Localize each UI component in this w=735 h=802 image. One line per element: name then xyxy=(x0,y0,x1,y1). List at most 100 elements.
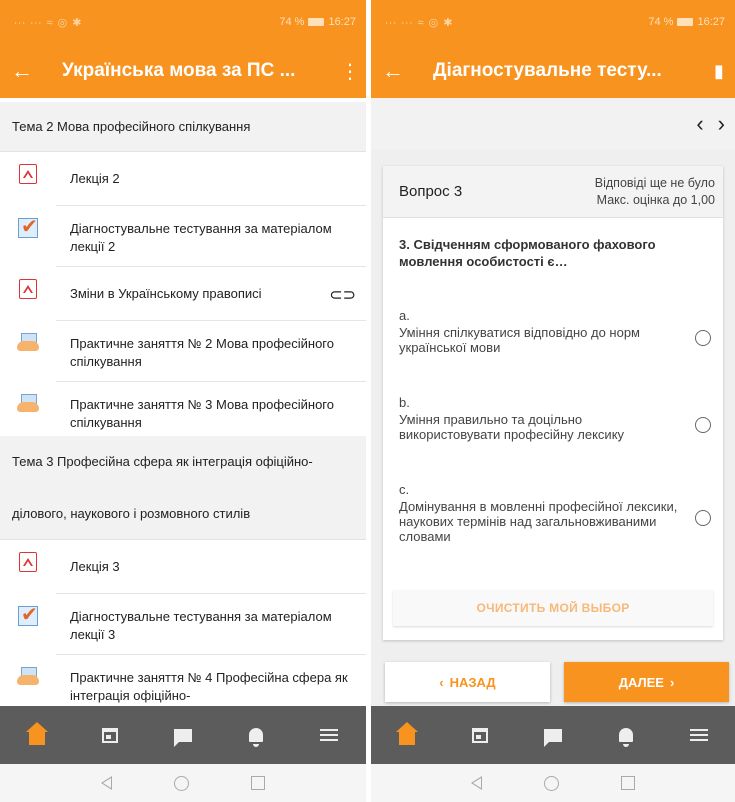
quiz-check-icon xyxy=(18,602,38,627)
bottom-navigation xyxy=(371,706,735,764)
clock: 16:27 xyxy=(697,16,725,28)
battery-icon xyxy=(677,18,694,26)
back-arrow-icon[interactable]: ← xyxy=(371,44,415,98)
system-back-icon[interactable] xyxy=(101,776,112,790)
back-arrow-icon[interactable]: ← xyxy=(0,44,44,98)
course-screen: ∙∙∙ ∙∙∙ ≈ ◎ ✱ 74 % 16:27 ← Українська мо… xyxy=(0,0,369,802)
signal-icons: ∙∙∙ ∙∙∙ ≈ ◎ ✱ xyxy=(385,16,454,29)
max-grade: Макс. оцінка до 1,00 xyxy=(596,192,715,207)
question-header: Вопрос 3 Відповіді ще не було Макс. оцін… xyxy=(383,166,723,218)
battery-icon xyxy=(308,18,325,26)
quiz-screen: ∙∙∙ ∙∙∙ ≈ ◎ ✱ 74 % 16:27 ← Діагностуваль… xyxy=(371,0,735,802)
system-recents-icon[interactable] xyxy=(621,776,635,790)
nav-menu[interactable] xyxy=(687,723,711,747)
calendar-icon xyxy=(472,727,489,743)
nav-home[interactable] xyxy=(395,722,419,747)
list-item[interactable]: Діагностувальне тестування за матеріалом… xyxy=(0,206,366,267)
assignment-icon xyxy=(17,667,39,685)
menu-icon xyxy=(320,729,339,741)
question-card: Вопрос 3 Відповіді ще не було Макс. оцін… xyxy=(383,166,723,640)
item-label: Діагностувальне тестування за матеріалом… xyxy=(56,594,366,655)
option-text: Уміння правильно та доцільно використову… xyxy=(399,412,625,442)
calendar-icon xyxy=(101,727,118,743)
question-text: 3. Свідченням сформованого фахового мовл… xyxy=(399,237,656,269)
section-header: Тема 2 Мова професійного спілкування xyxy=(0,102,366,152)
quiz-check-icon xyxy=(18,214,38,239)
system-home-icon[interactable] xyxy=(544,775,559,791)
nav-calendar[interactable] xyxy=(98,723,122,747)
pdf-icon xyxy=(19,279,37,299)
radio-button[interactable] xyxy=(695,510,711,526)
item-label: Діагностувальне тестування за матеріалом… xyxy=(56,206,366,267)
clock: 16:27 xyxy=(328,16,356,28)
nav-notifications[interactable] xyxy=(244,723,268,747)
status-bar: ∙∙∙ ∙∙∙ ≈ ◎ ✱ 74 % 16:27 xyxy=(0,0,366,44)
page-title: Діагностувальне тесту... xyxy=(433,60,662,81)
item-label: Практичне заняття № 2 Мова професійного … xyxy=(56,321,366,382)
radio-button[interactable] xyxy=(695,417,711,433)
answer-status: Відповіді ще не було xyxy=(594,175,715,190)
item-label: Лекція 2 xyxy=(56,152,366,206)
assignment-icon xyxy=(17,394,39,412)
back-button[interactable]: ‹ НАЗАД xyxy=(385,662,550,702)
question-number: Вопрос 3 xyxy=(399,183,463,200)
chevron-left-icon: ‹ xyxy=(439,674,444,690)
link-icon[interactable]: ⊂⊃ xyxy=(329,285,356,305)
nav-notifications[interactable] xyxy=(614,723,638,747)
bottom-navigation xyxy=(0,706,366,764)
home-icon xyxy=(25,722,48,745)
system-home-icon[interactable] xyxy=(174,775,189,791)
app-bar: ← Українська мова за ПС ... ⋮ xyxy=(0,44,366,98)
item-label: Практичне заняття № 3 Мова професійного … xyxy=(70,397,334,430)
radio-button[interactable] xyxy=(695,330,711,346)
list-item[interactable]: Зміни в Українському правописі ⊂⊃ xyxy=(0,267,366,321)
battery-level: 74 % xyxy=(648,16,674,28)
section-header: Тема 3 Професійна сфера як інтеграція оф… xyxy=(0,436,366,540)
system-back-icon[interactable] xyxy=(471,776,482,790)
list-item[interactable]: Практичне заняття № 3 Мова професійного … xyxy=(0,382,366,436)
option-text: Домінування в мовленні професійної лекси… xyxy=(399,499,678,544)
more-vert-icon[interactable]: ⋮ xyxy=(334,59,366,84)
bell-icon xyxy=(249,728,264,747)
battery-level: 74 % xyxy=(279,16,305,28)
nav-messages[interactable] xyxy=(171,723,195,747)
course-content-list: Тема 2 Мова професійного спілкування Лек… xyxy=(0,98,366,704)
chat-icon xyxy=(173,728,192,747)
chat-icon xyxy=(543,728,562,747)
item-label: Зміни в Українському правописі xyxy=(56,267,366,321)
list-item[interactable]: Лекція 3 xyxy=(0,540,366,594)
prev-question-icon[interactable]: ‹ xyxy=(696,111,703,137)
clear-choice-button[interactable]: ОЧИСТИТЬ МОЙ ВЫБОР xyxy=(393,590,713,626)
home-icon xyxy=(396,722,419,745)
question-nav: ‹ › xyxy=(371,98,735,150)
list-item[interactable]: Практичне заняття № 2 Мова професійного … xyxy=(0,321,366,382)
page-title: Українська мова за ПС ... xyxy=(62,60,296,81)
assignment-icon xyxy=(17,333,39,351)
answer-option-b[interactable]: b. Уміння правильно та доцільно використ… xyxy=(383,395,723,442)
list-item[interactable]: Лекція 2 xyxy=(0,152,366,206)
answer-option-c[interactable]: c. Домінування в мовленні професійної ле… xyxy=(383,482,723,544)
system-navigation xyxy=(0,764,366,802)
menu-icon xyxy=(689,729,708,741)
list-item[interactable]: Діагностувальне тестування за матеріалом… xyxy=(0,594,366,655)
option-text: Уміння спілкуватися відповідно до норм у… xyxy=(399,325,640,355)
list-item[interactable]: Практичне заняття № 4 Професійна сфера я… xyxy=(0,655,366,704)
pdf-icon xyxy=(19,164,37,184)
next-button[interactable]: ДАЛЕЕ › xyxy=(564,662,729,702)
nav-calendar[interactable] xyxy=(468,723,492,747)
nav-menu[interactable] xyxy=(317,723,341,747)
next-question-icon[interactable]: › xyxy=(718,111,725,137)
nav-messages[interactable] xyxy=(541,723,565,747)
bell-icon xyxy=(618,728,633,747)
pdf-icon xyxy=(19,552,37,572)
system-navigation xyxy=(371,764,735,802)
chevron-right-icon: › xyxy=(669,674,675,690)
signal-icons: ∙∙∙ ∙∙∙ ≈ ◎ ✱ xyxy=(14,16,83,29)
item-label: Лекція 3 xyxy=(56,540,366,594)
status-bar: ∙∙∙ ∙∙∙ ≈ ◎ ✱ 74 % 16:27 xyxy=(371,0,735,44)
answer-option-a[interactable]: a. Уміння спілкуватися відповідно до нор… xyxy=(383,308,723,355)
nav-home[interactable] xyxy=(25,722,49,747)
item-label: Практичне заняття № 4 Професійна сфера я… xyxy=(70,670,348,703)
system-recents-icon[interactable] xyxy=(251,776,265,790)
bookmark-icon[interactable]: ▮ xyxy=(703,61,735,82)
